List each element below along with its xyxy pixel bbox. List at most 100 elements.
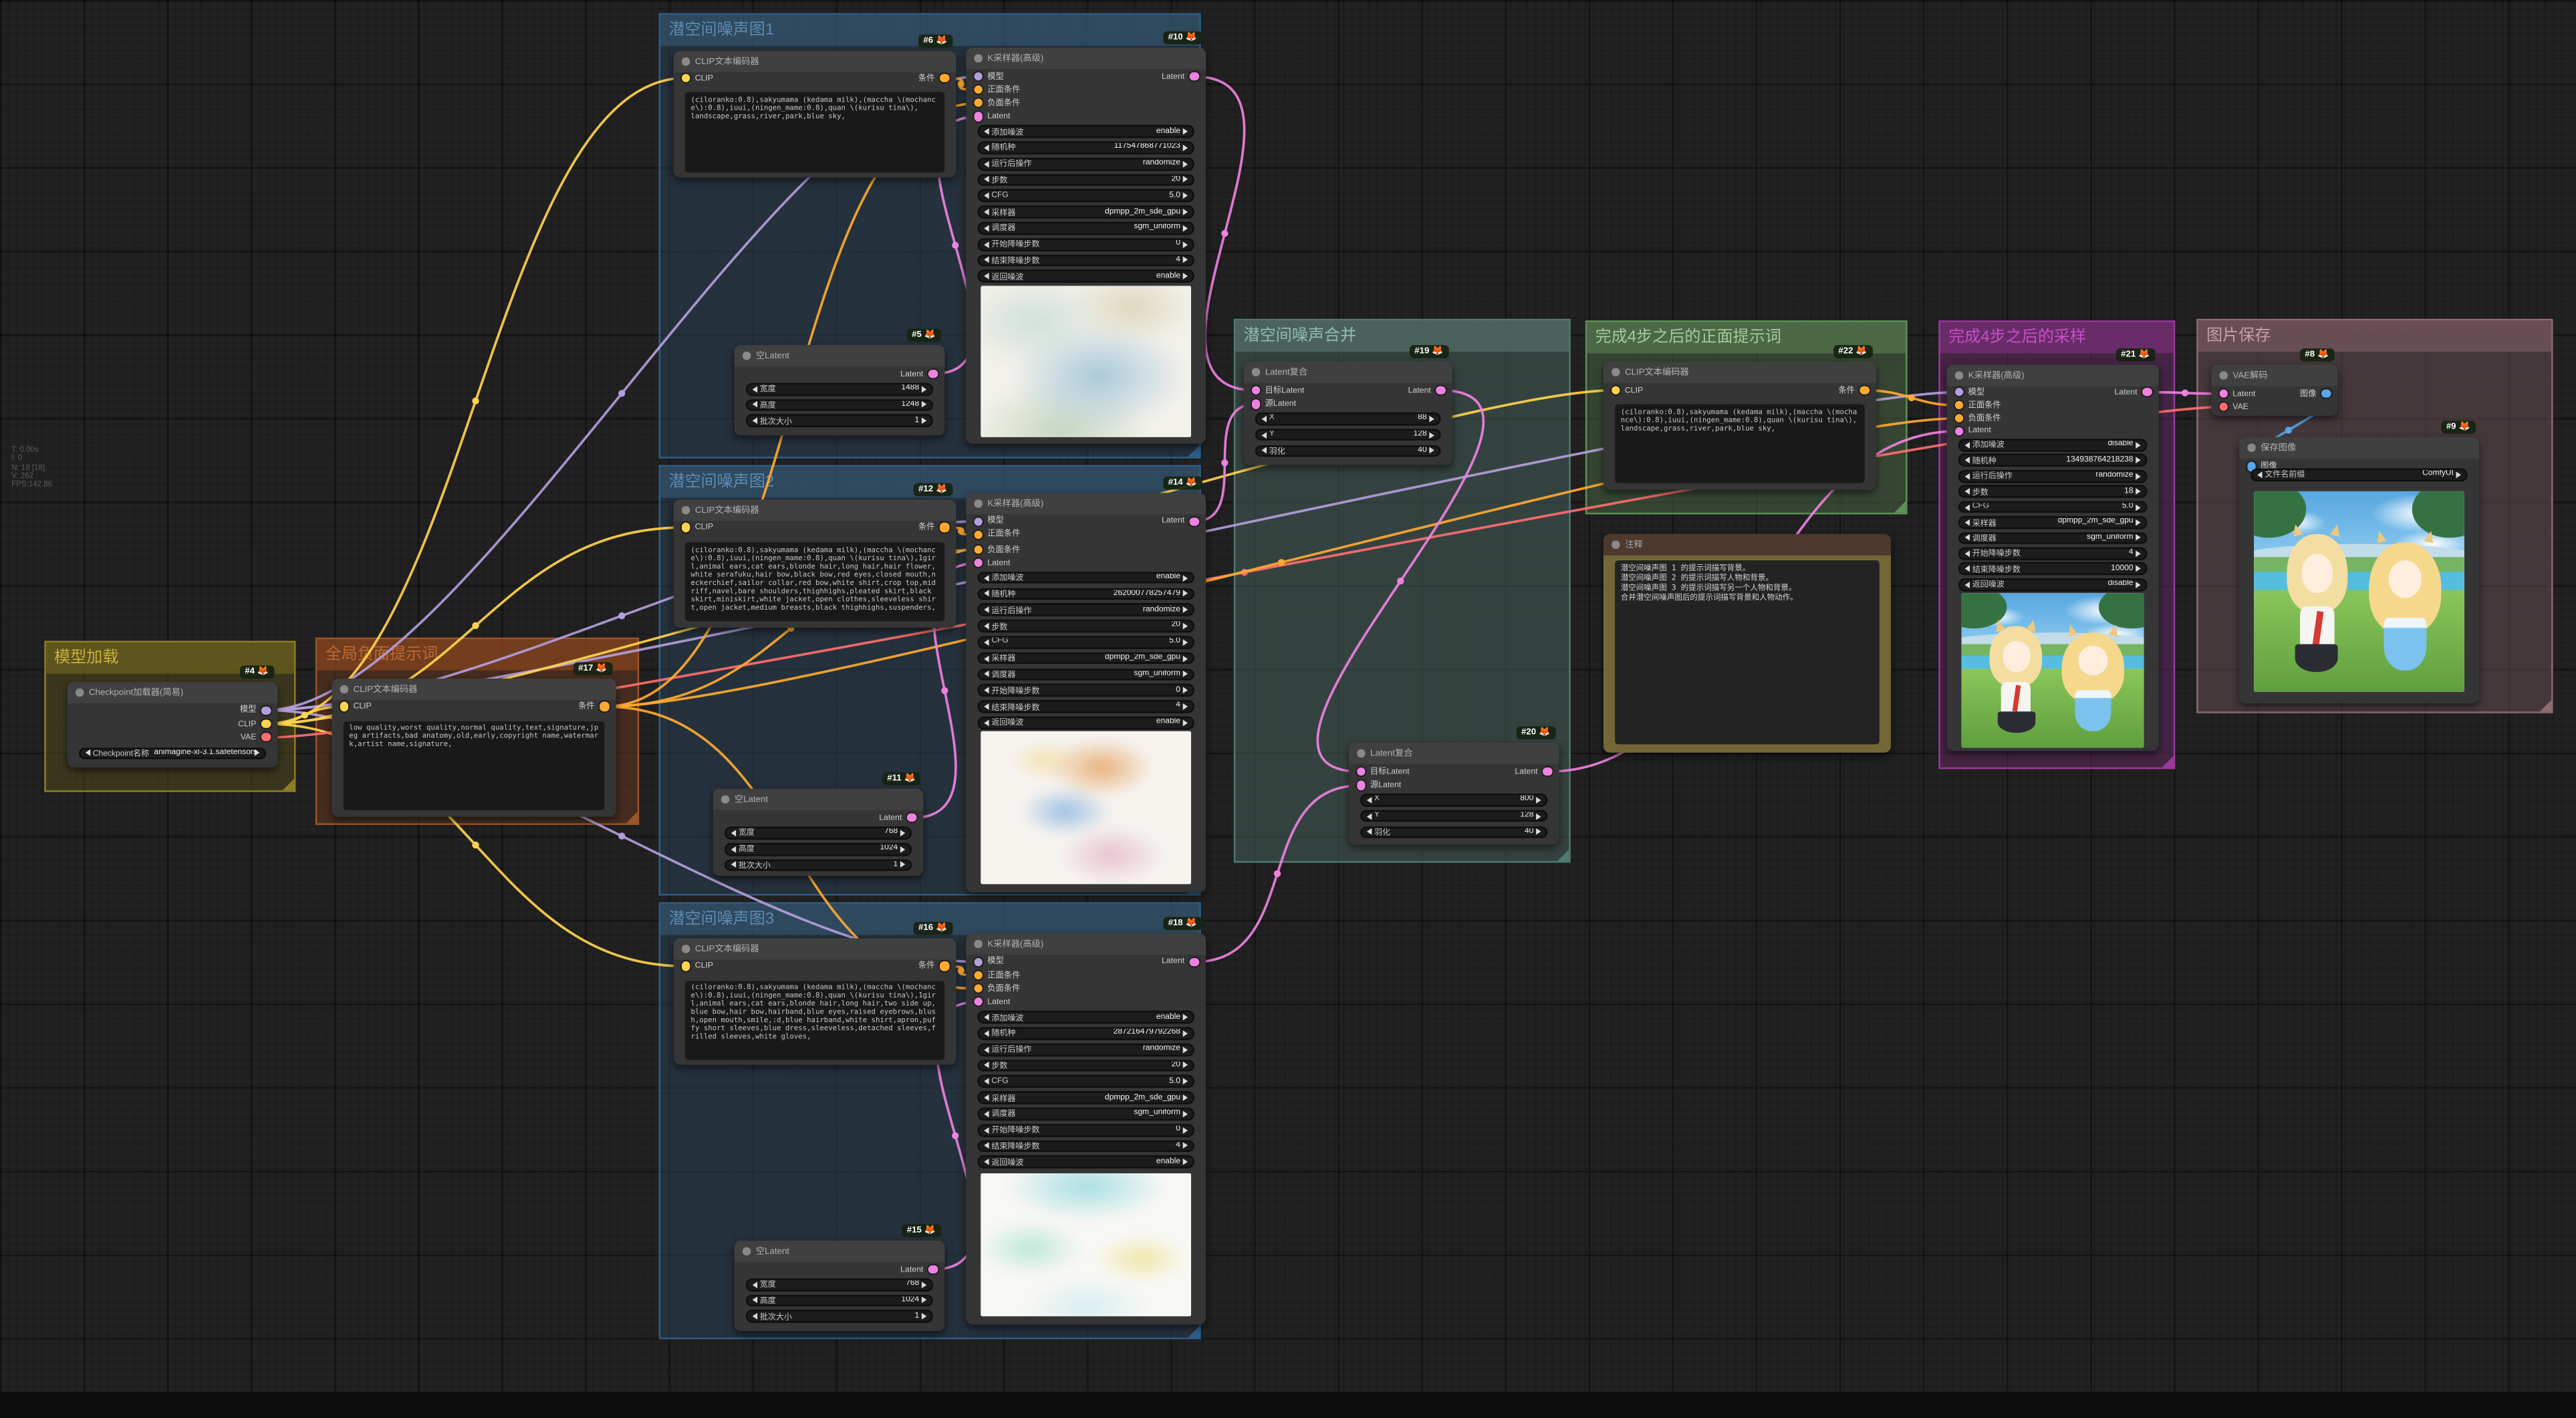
output-port-CLIP[interactable]: CLIP [238, 719, 270, 729]
decrement-arrow-icon[interactable] [983, 1030, 988, 1037]
prompt-textarea[interactable]: (ciloranko:0.8),sakyumama (kedama milk),… [685, 542, 944, 621]
note-text[interactable]: 潜空间噪声图 1 的提示词描写背景。 潜空间噪声图 2 的提示词描写人物和背景。… [1615, 560, 1880, 744]
decrement-arrow-icon[interactable] [983, 671, 988, 678]
port-dot[interactable] [973, 86, 982, 94]
widget-sampler[interactable]: 采样器dpmpp_2m_sde_gpu [977, 206, 1194, 219]
node-empty-latent-1[interactable]: 空LatentLatent 宽度1488高度1248批次大小1 [735, 345, 945, 435]
output-port-VAE[interactable]: VAE [241, 733, 271, 743]
decrement-arrow-icon[interactable] [983, 273, 988, 280]
decrement-arrow-icon[interactable] [1964, 581, 1969, 588]
group-resize-handle[interactable] [1188, 445, 1199, 457]
collapse-dot-icon[interactable] [682, 945, 689, 952]
decrement-arrow-icon[interactable] [1964, 473, 1969, 479]
increment-arrow-icon[interactable] [1537, 797, 1541, 804]
widget-return-noise[interactable]: 返回噪波enable [977, 270, 1194, 283]
increment-arrow-icon[interactable] [1184, 639, 1188, 646]
port-dot[interactable] [1954, 414, 1963, 423]
decrement-arrow-icon[interactable] [983, 1110, 988, 1117]
node-title-bar[interactable]: K采样器(高级) [966, 933, 1206, 954]
group-resize-handle[interactable] [1557, 850, 1569, 861]
decrement-arrow-icon[interactable] [983, 639, 988, 646]
port-dot[interactable] [973, 957, 982, 966]
collapse-dot-icon[interactable] [975, 54, 982, 62]
input-port-正面条件[interactable]: 正面条件 [973, 85, 1020, 95]
port-dot[interactable] [262, 719, 271, 728]
increment-arrow-icon[interactable] [1184, 1062, 1188, 1069]
collapse-dot-icon[interactable] [2247, 444, 2255, 451]
node-clip-text-encode-after4[interactable]: CLIP文本编码器CLIP条件 (ciloranko:0.8),sakyumam… [1603, 362, 1876, 490]
decrement-arrow-icon[interactable] [1366, 829, 1371, 836]
widget-filename-prefix[interactable]: 文件名前缀ComfyUI [2250, 469, 2467, 481]
input-port-Latent[interactable]: Latent [973, 997, 1010, 1007]
increment-arrow-icon[interactable] [2136, 442, 2141, 449]
prompt-textarea[interactable]: (ciloranko:0.8),sakyumama (kedama milk),… [1615, 404, 1865, 483]
decrement-arrow-icon[interactable] [752, 1314, 757, 1320]
decrement-arrow-icon[interactable] [983, 703, 988, 710]
port-dot[interactable] [1190, 72, 1198, 81]
output-port-Latent[interactable]: Latent [1515, 767, 1551, 777]
output-port-Latent[interactable]: Latent [1162, 517, 1198, 527]
port-dot[interactable] [262, 733, 271, 742]
widget-steps[interactable]: 步数18 [1958, 485, 2148, 498]
node-title-bar[interactable]: 空Latent [713, 789, 924, 810]
output-port-Latent[interactable]: Latent [900, 369, 937, 379]
increment-arrow-icon[interactable] [1184, 1110, 1188, 1117]
group-resize-handle[interactable] [2162, 756, 2174, 767]
output-port-Latent[interactable]: Latent [2115, 387, 2152, 397]
increment-arrow-icon[interactable] [1184, 655, 1188, 662]
widget-start-step[interactable]: 开始降噪步数0 [977, 238, 1194, 251]
port-dot[interactable] [2218, 389, 2227, 398]
widget-cfg[interactable]: CFG5.0 [977, 190, 1194, 203]
node-latent-composite-2[interactable]: Latent复合目标Latent源LatentLatent X800Y128羽化… [1349, 743, 1559, 844]
port-dot[interactable] [1356, 767, 1365, 776]
collapse-dot-icon[interactable] [1955, 371, 1962, 378]
collapse-dot-icon[interactable] [743, 352, 750, 359]
increment-arrow-icon[interactable] [901, 846, 906, 852]
collapse-dot-icon[interactable] [76, 689, 83, 696]
decrement-arrow-icon[interactable] [1261, 431, 1266, 438]
widget-start-step[interactable]: 开始降噪步数0 [977, 1124, 1194, 1137]
widget-sampler[interactable]: 采样器dpmpp_2m_sde_gpu [977, 652, 1194, 665]
canvas[interactable]: T: 0.00s I: 0 N: 18 [18] V: 262 FPS:142.… [0, 0, 2576, 1418]
widget-seed[interactable]: 随机种117547868771023 [977, 141, 1194, 154]
input-port-CLIP[interactable]: CLIP [340, 702, 372, 712]
decrement-arrow-icon[interactable] [983, 144, 988, 151]
widget-seed[interactable]: 随机种287216479792268 [977, 1027, 1194, 1040]
node-note-node[interactable]: 注释潜空间噪声图 1 的提示词描写背景。 潜空间噪声图 2 的提示词描写人物和背… [1603, 534, 1891, 753]
widget-batch-size[interactable]: 批次大小1 [746, 1310, 933, 1323]
widget-batch-size[interactable]: 批次大小1 [746, 415, 933, 427]
output-port-Latent[interactable]: Latent [1162, 72, 1198, 82]
increment-arrow-icon[interactable] [922, 1314, 927, 1320]
input-port-负面条件[interactable]: 负面条件 [973, 984, 1020, 994]
prompt-textarea[interactable]: (ciloranko:0.8),sakyumama (kedama milk),… [685, 92, 944, 172]
decrement-arrow-icon[interactable] [752, 1297, 757, 1304]
input-port-模型[interactable]: 模型 [1954, 387, 1985, 397]
input-port-目标Latent[interactable]: 目标Latent [1356, 767, 1410, 777]
decrement-arrow-icon[interactable] [85, 750, 90, 757]
node-title-bar[interactable]: CLIP文本编码器 [332, 679, 616, 699]
increment-arrow-icon[interactable] [1184, 590, 1188, 597]
increment-arrow-icon[interactable] [922, 418, 927, 425]
input-port-模型[interactable]: 模型 [973, 517, 1004, 527]
decrement-arrow-icon[interactable] [983, 1143, 988, 1149]
widget-cfg[interactable]: CFG5.0 [977, 1075, 1194, 1088]
widget-ckpt-name[interactable]: Checkpoint名称animagine-xl-3.1.safetensors [79, 747, 266, 759]
node-title-bar[interactable]: Latent复合 [1244, 362, 1452, 382]
increment-arrow-icon[interactable] [2136, 473, 2141, 479]
increment-arrow-icon[interactable] [1184, 703, 1188, 710]
increment-arrow-icon[interactable] [2136, 535, 2141, 542]
input-port-模型[interactable]: 模型 [973, 957, 1004, 967]
port-dot[interactable] [340, 702, 348, 711]
input-port-VAE[interactable]: VAE [2218, 402, 2248, 412]
input-port-源Latent[interactable]: 源Latent [1251, 399, 1296, 409]
increment-arrow-icon[interactable] [1184, 574, 1188, 581]
node-clip-text-encode-char1[interactable]: CLIP文本编码器CLIP条件 (ciloranko:0.8),sakyumam… [674, 499, 956, 628]
input-port-负面条件[interactable]: 负面条件 [1954, 413, 2001, 423]
node-title-bar[interactable]: CLIP文本编码器 [674, 499, 956, 520]
input-port-CLIP[interactable]: CLIP [1611, 385, 1643, 395]
port-dot[interactable] [973, 984, 982, 993]
input-port-CLIP[interactable]: CLIP [681, 73, 713, 83]
input-port-CLIP[interactable]: CLIP [681, 523, 713, 533]
port-dot[interactable] [2143, 388, 2152, 396]
node-ksampler-advanced-1[interactable]: K采样器(高级)模型正面条件负面条件LatentLatent 添加噪波enabl… [966, 47, 1206, 443]
